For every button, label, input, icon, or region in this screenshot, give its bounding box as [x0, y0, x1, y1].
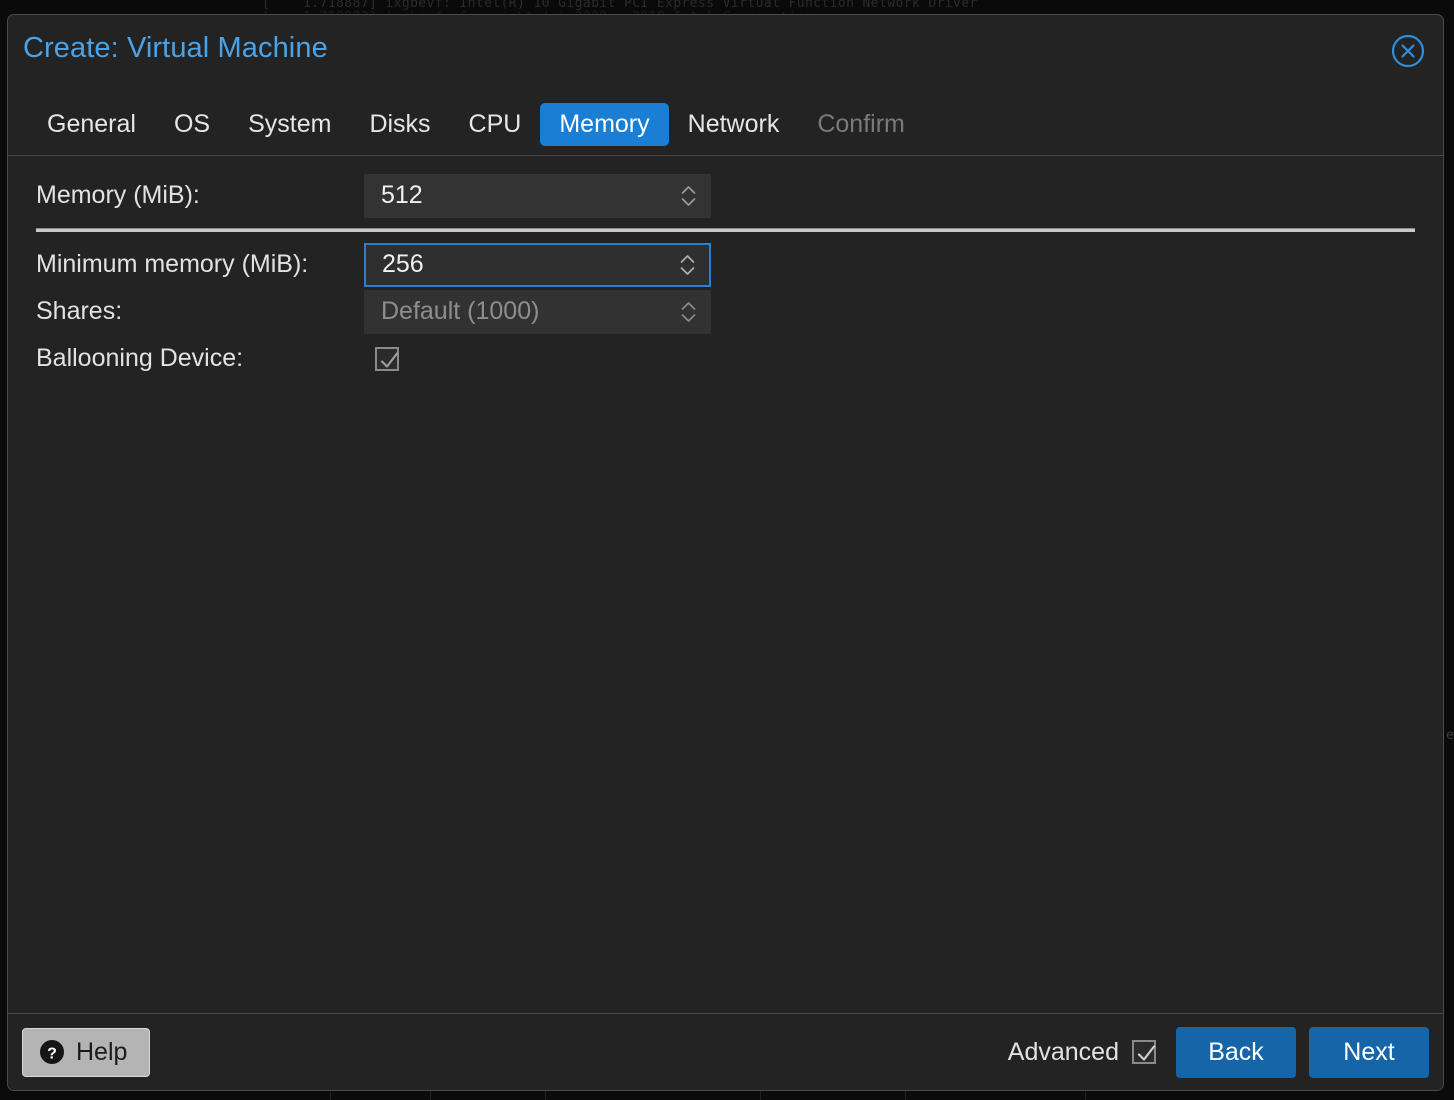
memory-form: Memory (MiB): 512 Minimum memory (MiB): … [8, 156, 1443, 382]
create-virtual-machine-dialog: Create: Virtual Machine General OS Syste… [7, 14, 1444, 1091]
shares-field-row: Shares: Default (1000) [8, 288, 1443, 335]
background-edge-text: e [1446, 728, 1454, 743]
minimum-memory-value: 256 [382, 250, 424, 278]
ballooning-device-label: Ballooning Device: [36, 344, 244, 372]
checkmark-icon [1137, 1045, 1156, 1061]
dialog-content-panel: Memory (MiB): 512 Minimum memory (MiB): … [8, 155, 1443, 1013]
dialog-title: Create: Virtual Machine [23, 32, 328, 64]
spinner-arrows-icon[interactable] [681, 301, 696, 322]
shares-placeholder: Default (1000) [381, 297, 540, 325]
next-button[interactable]: Next [1309, 1026, 1429, 1078]
back-button[interactable]: Back [1176, 1026, 1296, 1078]
minimum-memory-label: Minimum memory (MiB): [36, 250, 309, 278]
minimum-memory-field-row: Minimum memory (MiB): 256 [8, 241, 1443, 288]
tab-os[interactable]: OS [155, 103, 229, 146]
memory-input[interactable]: 512 [364, 173, 711, 218]
help-button-label: Help [76, 1037, 128, 1066]
question-mark-circle-icon: ? [39, 1039, 65, 1065]
tab-system[interactable]: System [229, 103, 350, 146]
advanced-label: Advanced [1007, 1037, 1119, 1066]
tab-network[interactable]: Network [669, 103, 799, 146]
dialog-footer: ? Help Advanced Back Next [8, 1013, 1443, 1090]
close-circle-icon[interactable] [1391, 34, 1425, 68]
minimum-memory-input[interactable]: 256 [364, 242, 711, 287]
tab-disks[interactable]: Disks [350, 103, 449, 146]
dialog-header: Create: Virtual Machine [8, 15, 1443, 93]
help-button[interactable]: ? Help [22, 1027, 151, 1077]
tab-confirm: Confirm [817, 109, 905, 138]
memory-value: 512 [381, 181, 423, 209]
tab-cpu[interactable]: CPU [450, 103, 541, 146]
svg-text:?: ? [47, 1046, 57, 1063]
spinner-arrows-icon[interactable] [680, 254, 695, 275]
wizard-tabbar: General OS System Disks CPU Memory Netwo… [8, 93, 1443, 155]
shares-input[interactable]: Default (1000) [364, 289, 711, 334]
spinner-arrows-icon[interactable] [681, 185, 696, 206]
checkmark-icon [380, 351, 399, 368]
tab-general[interactable]: General [28, 103, 155, 146]
advanced-toggle[interactable]: Advanced [1008, 1038, 1156, 1067]
form-separator [36, 228, 1415, 232]
ballooning-device-field-row: Ballooning Device: [8, 335, 1443, 382]
tab-memory[interactable]: Memory [540, 102, 669, 146]
memory-field-row: Memory (MiB): 512 [8, 172, 1443, 219]
advanced-checkbox[interactable] [1132, 1040, 1156, 1064]
background-bottom-strip [0, 1090, 1454, 1100]
ballooning-device-checkbox[interactable] [375, 346, 399, 371]
memory-label: Memory (MiB): [36, 181, 200, 209]
shares-label: Shares: [36, 297, 123, 325]
